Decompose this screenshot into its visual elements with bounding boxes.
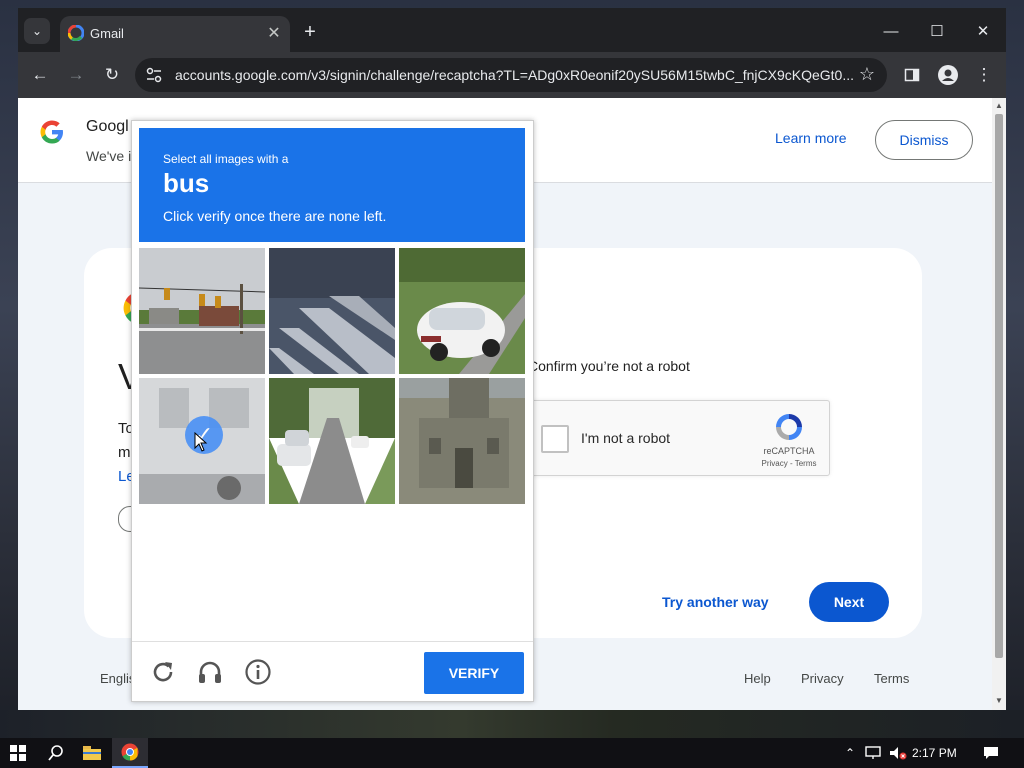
challenge-instruction: Select all images with a	[163, 152, 289, 166]
image-tile[interactable]	[139, 248, 265, 374]
menu-kebab-icon[interactable]: ⋮	[970, 61, 998, 89]
recaptcha-label: I'm not a robot	[581, 430, 671, 446]
chevron-up-icon[interactable]: ⌃	[842, 738, 858, 768]
windows-start-icon[interactable]	[6, 738, 30, 768]
close-window-button[interactable]: ✕	[960, 16, 1006, 46]
card-body-line2: m	[118, 444, 131, 461]
scroll-down-arrow-icon[interactable]: ▼	[995, 696, 1003, 705]
challenge-target: bus	[163, 168, 210, 198]
page-scrollbar[interactable]: ▲ ▼	[992, 98, 1006, 710]
profile-icon[interactable]	[934, 61, 962, 89]
bookmark-star-icon[interactable]: ☆	[859, 64, 875, 85]
tab-strip: ⌄ Gmail ✕ + — ☐ ✕	[18, 8, 1006, 54]
image-tile-selected[interactable]: ✓	[139, 378, 265, 504]
challenge-footer: VERIFY	[132, 641, 533, 702]
forward-button[interactable]: →	[62, 61, 90, 89]
recaptcha-widget: I'm not a robot reCAPTCHA Privacy - Term…	[528, 400, 830, 476]
tab-gmail[interactable]: Gmail ✕	[60, 16, 290, 54]
tab-title: Gmail	[90, 26, 124, 41]
confirm-robot-text: Confirm you’re not a robot	[528, 358, 690, 374]
volume-muted-icon[interactable]	[888, 738, 908, 768]
audio-icon[interactable]	[196, 658, 224, 686]
terms-link[interactable]: Terms	[874, 671, 909, 686]
recaptcha-terms-link[interactable]: Privacy - Terms	[749, 459, 829, 468]
scrollbar-thumb[interactable]	[995, 114, 1003, 658]
maximize-button[interactable]: ☐	[914, 16, 960, 46]
help-link[interactable]: Help	[744, 671, 771, 686]
google-favicon-icon	[68, 25, 84, 41]
chevron-down-icon: ⌄	[31, 24, 43, 38]
chrome-taskbar-icon[interactable]	[112, 738, 148, 768]
image-tile[interactable]	[399, 378, 525, 504]
info-icon[interactable]	[244, 658, 272, 686]
reload-icon[interactable]	[149, 658, 177, 686]
desktop-wallpaper	[0, 710, 1024, 740]
google-logo-icon	[40, 120, 63, 144]
site-info-icon[interactable]	[145, 66, 163, 84]
scroll-up-arrow-icon[interactable]: ▲	[995, 101, 1003, 110]
new-tab-button[interactable]: +	[298, 20, 322, 44]
image-tile[interactable]	[399, 248, 525, 374]
taskbar: ⌃ 2:17 PM	[0, 738, 1024, 768]
banner-title: Googl	[86, 118, 129, 135]
reload-button[interactable]: ↻	[98, 61, 126, 89]
recaptcha-logo-icon	[776, 414, 802, 440]
recaptcha-challenge-dialog: Select all images with a bus Click verif…	[131, 120, 534, 702]
notification-icon[interactable]	[980, 738, 1002, 768]
challenge-header: Select all images with a bus Click verif…	[139, 128, 525, 242]
recaptcha-brand: reCAPTCHA	[763, 446, 815, 456]
tab-close-icon[interactable]: ✕	[264, 23, 284, 43]
file-explorer-icon[interactable]	[80, 738, 104, 768]
side-panel-icon[interactable]	[898, 61, 926, 89]
address-bar[interactable]: accounts.google.com/v3/signin/challenge/…	[135, 58, 887, 92]
verify-button[interactable]: VERIFY	[424, 652, 524, 694]
recaptcha-checkbox[interactable]	[541, 425, 569, 453]
url-text: accounts.google.com/v3/signin/challenge/…	[175, 67, 854, 83]
mouse-cursor-icon	[194, 432, 208, 452]
dismiss-button[interactable]: Dismiss	[875, 120, 973, 160]
learn-more-link[interactable]: Learn more	[775, 130, 847, 146]
image-tile[interactable]	[269, 248, 395, 374]
banner-subtitle: We've i	[86, 148, 132, 164]
back-button[interactable]: ←	[26, 61, 54, 89]
search-icon[interactable]	[44, 738, 68, 768]
privacy-link[interactable]: Privacy	[801, 671, 844, 686]
image-tile[interactable]	[269, 378, 395, 504]
browser-toolbar: ← → ↻ accounts.google.com/v3/signin/chal…	[18, 52, 1006, 98]
next-button[interactable]: Next	[809, 582, 889, 622]
tab-search-button[interactable]: ⌄	[24, 18, 50, 44]
try-another-way-button[interactable]: Try another way	[662, 594, 769, 610]
challenge-subinstruction: Click verify once there are none left.	[163, 208, 387, 224]
network-icon[interactable]	[864, 738, 882, 768]
clock[interactable]: 2:17 PM	[912, 746, 957, 760]
minimize-button[interactable]: —	[868, 16, 914, 46]
